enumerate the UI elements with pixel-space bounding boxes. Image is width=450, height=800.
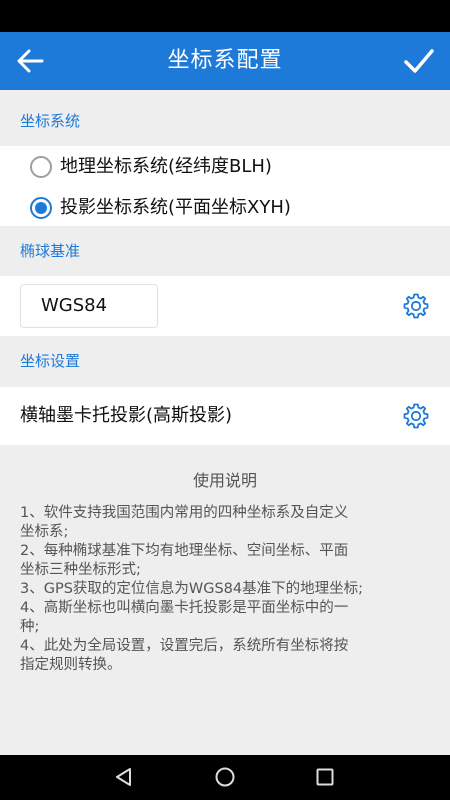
- circle-home-icon[interactable]: [214, 766, 236, 788]
- radio-option-geographic[interactable]: 地理坐标系统(经纬度BLH): [0, 146, 450, 188]
- help-line: 指定规则转换。: [20, 657, 122, 673]
- section-header-ellipsoid: 椭球基准: [0, 226, 450, 276]
- system-nav-bar: [0, 755, 450, 800]
- help-line: 2、每种椭球基准下均有地理坐标、空间坐标、平面: [20, 543, 349, 559]
- status-bar: [0, 0, 450, 32]
- help-line: 3、GPS获取的定位信息为WGS84基准下的地理坐标;: [20, 581, 364, 597]
- help-title: 使用说明: [192, 471, 257, 490]
- square-recents-icon[interactable]: [314, 766, 336, 788]
- app-bar: 坐标系配置: [0, 32, 450, 90]
- help-line: 4、此处为全局设置，设置完后，系统所有坐标将按: [20, 638, 349, 654]
- page-title: 坐标系配置: [167, 48, 283, 73]
- ellipsoid-value-field[interactable]: WGS84: [20, 284, 158, 328]
- gear-icon[interactable]: [402, 292, 430, 320]
- help-text: 1、软件支持我国范围内常用的四种坐标系及自定义 坐标系; 2、每种椭球基准下均有…: [20, 504, 432, 675]
- help-line: 1、软件支持我国范围内常用的四种坐标系及自定义: [20, 505, 349, 521]
- radio-checked-icon[interactable]: [30, 197, 52, 219]
- projection-row[interactable]: 横轴墨卡托投影(高斯投影): [0, 387, 450, 445]
- check-icon[interactable]: [402, 44, 436, 78]
- radio-unchecked-icon[interactable]: [30, 156, 52, 178]
- radio-label-geographic: 地理坐标系统(经纬度BLH): [60, 156, 272, 177]
- radio-option-projected[interactable]: 投影坐标系统(平面坐标XYH): [0, 187, 450, 229]
- coord-system-options: 地理坐标系统(经纬度BLH) 投影坐标系统(平面坐标XYH): [0, 146, 450, 232]
- help-line: 种;: [20, 619, 40, 635]
- gear-icon[interactable]: [402, 402, 430, 430]
- help-line: 4、高斯坐标也叫横向墨卡托投影是平面坐标中的一: [20, 600, 349, 616]
- radio-label-projected: 投影坐标系统(平面坐标XYH): [60, 197, 291, 218]
- triangle-back-icon[interactable]: [113, 766, 135, 788]
- help-line: 坐标三种坐标形式;: [20, 562, 141, 578]
- ellipsoid-row: WGS84: [0, 276, 450, 336]
- section-header-coord-system: 坐标系统: [0, 96, 450, 146]
- help-line: 坐标系;: [20, 524, 69, 540]
- projection-label: 横轴墨卡托投影(高斯投影): [20, 405, 233, 426]
- section-header-coord-settings: 坐标设置: [0, 336, 450, 386]
